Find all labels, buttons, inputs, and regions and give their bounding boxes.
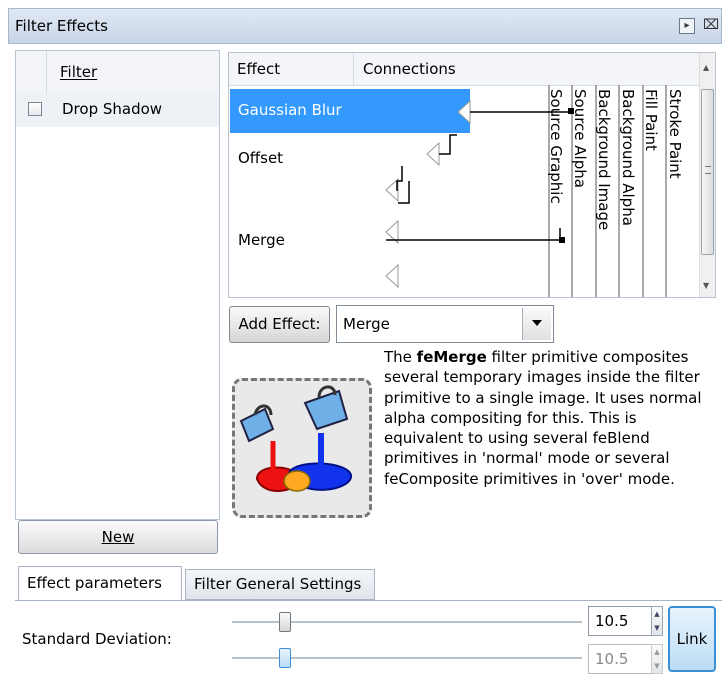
input-background-alpha: Background Alpha <box>619 89 637 226</box>
close-icon[interactable]: ⌧ <box>703 18 719 34</box>
slider-thumb-1[interactable] <box>278 612 291 632</box>
filter-list-panel: Filter Drop Shadow <box>15 50 220 520</box>
effects-panel: Effect Connections Gaussian Blur Offset … <box>228 52 716 298</box>
std-deviation-label: Standard Deviation: <box>22 630 172 648</box>
dialog-title: Filter Effects <box>15 17 108 35</box>
scroll-up-icon[interactable]: ▲ <box>703 63 709 72</box>
new-filter-button[interactable]: New <box>18 520 218 554</box>
scroll-down-icon[interactable]: ▼ <box>703 281 709 290</box>
link-button[interactable]: Link <box>668 606 716 672</box>
description-prefix: The <box>384 348 417 366</box>
std-dev-value-1[interactable]: 10.5 <box>588 606 652 636</box>
description-effect-name: feMerge <box>416 348 487 366</box>
input-stroke-paint: Stroke Paint <box>666 89 684 179</box>
description-text: filter primitive composites several temp… <box>384 348 702 488</box>
input-background-image: Background Image <box>595 89 613 231</box>
filter-column-header[interactable]: Filter <box>60 63 97 81</box>
add-effect-button[interactable]: Add Effect: <box>229 306 330 343</box>
tab-effect-parameters[interactable]: Effect parameters <box>18 566 182 601</box>
effect-description: The feMerge filter primitive composites … <box>384 347 704 489</box>
spin-arrows-icon[interactable]: ▲ ▼ <box>651 644 663 674</box>
merge-preview-icon <box>232 378 372 518</box>
input-fill-paint: Fill Paint <box>642 89 660 151</box>
new-button-label: New <box>101 528 135 546</box>
scroll-thumb[interactable] <box>701 89 714 255</box>
effect-select-value: Merge <box>343 315 390 333</box>
slider-thumb-2[interactable] <box>278 648 291 668</box>
filter-checkbox[interactable] <box>28 102 42 116</box>
tab-filter-general-settings[interactable]: Filter General Settings <box>185 569 375 600</box>
spin-arrows-icon[interactable]: ▲ ▼ <box>651 606 663 636</box>
effect-type-select[interactable]: Merge <box>336 305 554 343</box>
filter-row[interactable]: Drop Shadow <box>16 93 219 127</box>
input-source-graphic: Source Graphic <box>547 89 565 204</box>
dock-icon[interactable]: ▸ <box>679 18 695 34</box>
filter-row-label: Drop Shadow <box>62 100 163 118</box>
input-source-alpha: Source Alpha <box>571 89 589 188</box>
filter-list-header: Filter <box>16 51 219 94</box>
std-dev-value-2[interactable]: 10.5 <box>588 644 652 674</box>
effects-scrollbar[interactable]: ▲ ▼ <box>699 53 715 297</box>
chevron-down-icon[interactable] <box>522 308 551 340</box>
dialog-titlebar: Filter Effects ▸ ⌧ <box>8 8 722 44</box>
